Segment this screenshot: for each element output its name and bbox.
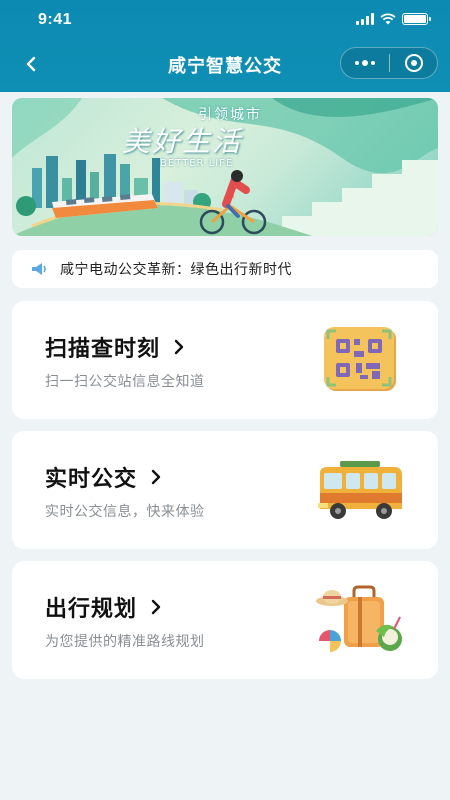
battery-icon [402, 13, 431, 25]
notice-text: 咸宁电动公交革新：绿色出行新时代 [60, 262, 292, 278]
card-title-text: 出行规划 [45, 597, 138, 622]
card-title-text: 实时公交 [45, 467, 138, 492]
megaphone-icon [32, 263, 46, 275]
status-time: 9:41 [38, 11, 73, 28]
notice-bar[interactable]: 咸宁电动公交革新：绿色出行新时代 [12, 250, 438, 288]
chevron-right-icon [151, 599, 161, 615]
nav-bar: 咸宁智慧公交 [0, 44, 450, 84]
bus-icon [318, 461, 402, 519]
signal-icon [356, 13, 374, 25]
route-planning-card[interactable]: 出行规划 为您提供的精准路线规划 [12, 561, 438, 679]
mini-program-capsule [340, 47, 438, 79]
qr-code-icon [324, 327, 396, 391]
close-mini-program-icon[interactable] [390, 48, 437, 78]
card-subtitle: 为您提供的精准路线规划 [45, 634, 205, 650]
card-title: 出行规划 [45, 591, 161, 623]
status-icons [356, 13, 431, 25]
card-title: 扫描查时刻 [45, 331, 184, 363]
header: 9:41 咸宁智慧公交 [0, 0, 450, 92]
luggage-icon [316, 585, 402, 652]
status-bar: 9:41 [0, 0, 450, 40]
chevron-right-icon [174, 339, 184, 355]
promo-banner[interactable]: 引领城市 美好生活 BETTER LIFE [12, 98, 438, 236]
banner-headline: 美好生活 [122, 125, 243, 158]
card-subtitle: 实时公交信息，快来体验 [45, 504, 205, 520]
chevron-right-icon [151, 469, 161, 485]
card-subtitle: 扫一扫公交站信息全知道 [45, 374, 205, 390]
card-title-text: 扫描查时刻 [45, 337, 161, 362]
card-title: 实时公交 [45, 461, 161, 493]
realtime-bus-card[interactable]: 实时公交 实时公交信息，快来体验 [12, 431, 438, 549]
wifi-icon [380, 13, 396, 25]
more-icon[interactable] [341, 48, 389, 78]
scan-timetable-card[interactable]: 扫描查时刻 扫一扫公交站信息全知道 [12, 301, 438, 419]
banner-subtitle: BETTER LIFE [160, 158, 234, 169]
